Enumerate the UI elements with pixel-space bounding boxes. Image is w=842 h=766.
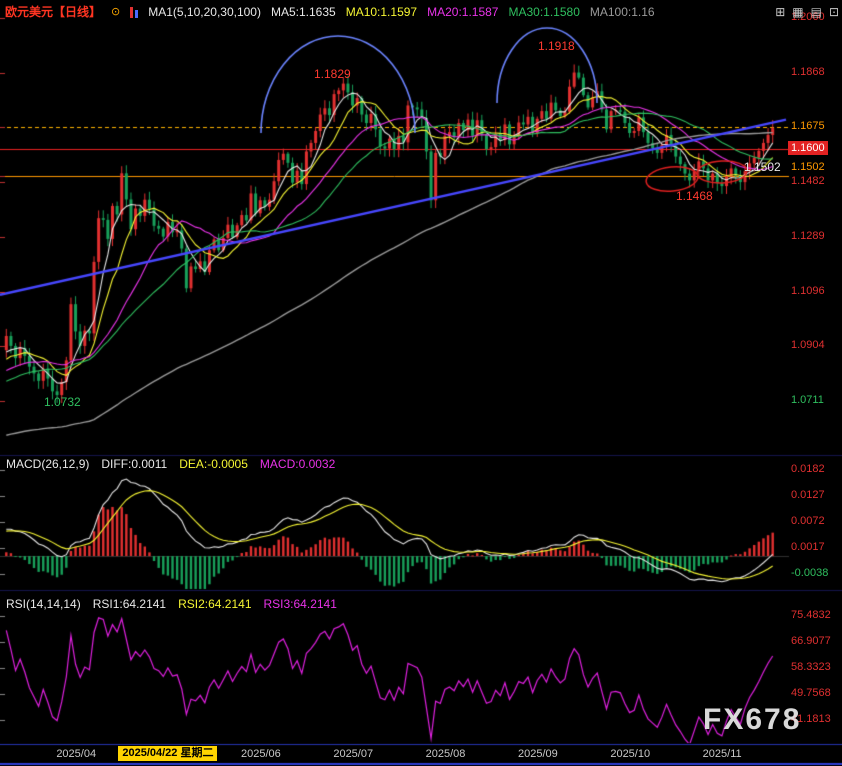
rsi2-value: RSI2:64.2141 [178,597,251,611]
price-line-badge: 1.1600 [788,141,828,155]
ma-legend-value-10: MA10:1.1597 [346,5,417,19]
candlestick-icon [130,6,138,18]
fullscreen-icon[interactable]: ⊡ [829,5,839,19]
macd-macd-value: MACD:0.0032 [260,457,335,471]
rsi-legend: RSI(14,14,14) RSI1:64.2141 RSI2:64.2141 … [6,597,337,611]
macd-dea-value: DEA:-0.0005 [179,457,248,471]
header-toolbar: ⊞ ▦ ▤ ⊡ [775,5,839,19]
rsi3-value: RSI3:64.2141 [264,597,337,611]
ma-settings-label[interactable]: MA1(5,10,20,30,100) [148,5,261,19]
alert-icon[interactable]: ⊙ [111,5,120,18]
indicator-list-icon[interactable]: ▤ [811,5,822,19]
ma-legend-value-20: MA20:1.1587 [427,5,498,19]
chart-header: 欧元美元【日线】 ⊙ MA1(5,10,20,30,100) MA5:1.163… [5,3,839,20]
ma-legend-value-5: MA5:1.1635 [271,5,336,19]
fx678-watermark: FX678 [703,703,801,737]
chart-grid-icon[interactable]: ▦ [792,5,803,19]
macd-legend: MACD(26,12,9) DIFF:0.0011 DEA:-0.0005 MA… [6,457,335,471]
symbol-title[interactable]: 欧元美元【日线】 [5,3,101,20]
rsi1-value: RSI1:64.2141 [93,597,166,611]
macd-title[interactable]: MACD(26,12,9) [6,457,89,471]
trading-chart-app: 欧元美元【日线】 ⊙ MA1(5,10,20,30,100) MA5:1.163… [0,0,842,766]
chart-canvas[interactable] [0,0,842,766]
rsi-title[interactable]: RSI(14,14,14) [6,597,81,611]
macd-diff-value: DIFF:0.0011 [101,457,167,471]
ma-legend-value-100: MA100:1.16 [590,5,655,19]
ma-legend: MA5:1.1635 MA10:1.1597 MA20:1.1587 MA30:1.1… [271,5,655,19]
ma-legend-value-30: MA30:1.1580 [508,5,579,19]
zoom-in-icon[interactable]: ⊞ [775,5,785,19]
